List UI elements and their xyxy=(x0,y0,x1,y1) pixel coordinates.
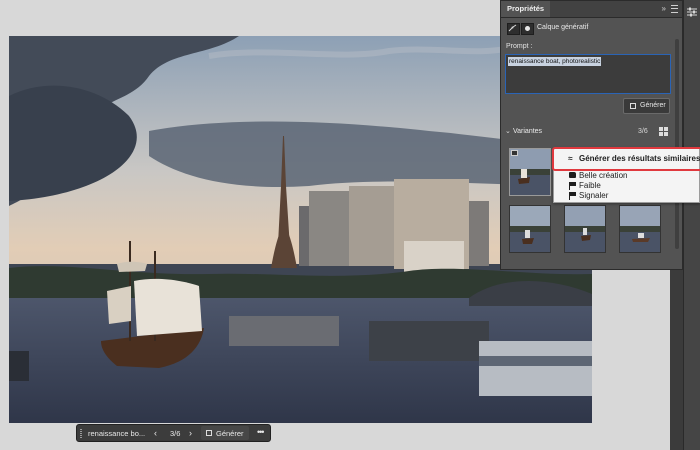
layer-type-label: Calque génératif xyxy=(537,24,589,31)
menu-item-generate-similar[interactable]: ≈ Générer des résultats similaires xyxy=(554,153,700,164)
panel-scrollbar[interactable] xyxy=(675,39,679,249)
prompt-label: Prompt : xyxy=(506,43,533,50)
panel-icon-strip xyxy=(683,0,700,450)
variant-thumbnail-5[interactable] xyxy=(564,205,606,253)
variant-counter: 3/6 xyxy=(170,429,181,438)
contextual-task-bar: renaissance bo... ‹ 3/6 › Générer ••• xyxy=(76,424,271,442)
taskbar-prompt[interactable]: renaissance bo... xyxy=(88,429,145,438)
generate-icon xyxy=(630,103,636,109)
drag-handle-icon[interactable] xyxy=(80,429,82,438)
more-options-icon[interactable]: ••• xyxy=(257,427,265,437)
flag-icon xyxy=(569,192,576,200)
variants-count: 3/6 xyxy=(638,128,648,135)
generate-button[interactable]: Générer xyxy=(623,98,670,114)
variant-thumbnail-4[interactable] xyxy=(509,205,551,253)
flag-icon xyxy=(569,182,576,190)
taskbar-generate-label: Générer xyxy=(216,429,244,438)
prompt-input[interactable]: renaissance boat, photorealistic xyxy=(505,54,671,94)
variant-thumbnail-1[interactable] xyxy=(509,148,551,196)
variants-label: Variantes xyxy=(513,128,543,135)
taskbar-generate-button[interactable]: Générer xyxy=(201,426,249,440)
menu-item-report[interactable]: Signaler xyxy=(554,190,699,201)
chevron-down-icon[interactable]: ⌄ xyxy=(505,127,511,135)
prompt-text[interactable]: renaissance boat, photorealistic xyxy=(508,57,602,66)
panel-tab-bar: Propriétés » xyxy=(501,1,682,18)
variants-header[interactable]: ⌄ Variantes 3/6 xyxy=(505,127,671,139)
layer-mask-icon xyxy=(521,23,534,35)
menu-item-label: Signaler xyxy=(579,191,609,200)
collapse-panel-icon[interactable]: » xyxy=(662,4,666,14)
next-variant-icon[interactable]: › xyxy=(189,428,192,438)
tab-properties[interactable]: Propriétés xyxy=(501,1,551,17)
adjustments-sliders-icon[interactable] xyxy=(686,6,698,18)
layer-type-row: Calque génératif xyxy=(507,23,677,35)
similar-results-icon: ≈ xyxy=(568,154,573,163)
generate-button-label: Générer xyxy=(640,102,666,109)
panel-menu-icon[interactable] xyxy=(671,5,678,13)
properties-panel: Propriétés » Calque génératif Prompt : r… xyxy=(500,0,683,270)
variant-thumbnail-6[interactable] xyxy=(619,205,661,253)
grid-view-icon[interactable] xyxy=(659,127,668,136)
generate-icon xyxy=(206,430,212,436)
previous-variant-icon[interactable]: ‹ xyxy=(154,428,157,438)
generative-layer-icon xyxy=(507,23,520,35)
menu-item-label: Générer des résultats similaires xyxy=(579,154,700,163)
selected-variant-icon xyxy=(511,150,518,156)
thumbs-up-icon xyxy=(569,172,576,178)
variant-context-menu: ≈ Générer des résultats similaires Belle… xyxy=(552,147,700,203)
